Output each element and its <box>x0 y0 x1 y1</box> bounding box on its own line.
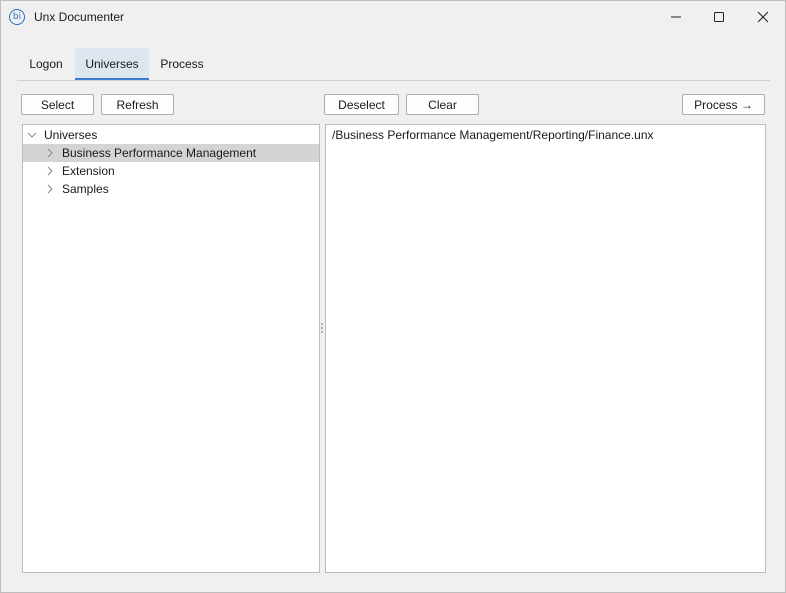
tree-item-label: Samples <box>62 182 109 196</box>
close-button[interactable] <box>741 1 785 33</box>
minimize-button[interactable] <box>654 1 698 33</box>
panel-splitter-handle[interactable] <box>321 321 324 337</box>
app-window: bi Unx Documenter Logon Universes Proces… <box>0 0 786 593</box>
tree-root-universes[interactable]: Universes <box>23 126 319 144</box>
close-icon <box>757 11 769 23</box>
maximize-button[interactable] <box>697 1 741 33</box>
tree-item-extension[interactable]: Extension <box>23 162 319 180</box>
title-bar: bi Unx Documenter <box>1 1 785 33</box>
tree-item-label: Business Performance Management <box>62 146 257 160</box>
tab-divider <box>17 80 770 81</box>
tab-process[interactable]: Process <box>149 48 215 80</box>
list-item[interactable]: /Business Performance Management/Reporti… <box>332 127 654 143</box>
chevron-right-icon[interactable] <box>45 148 55 158</box>
chevron-down-icon[interactable] <box>27 130 37 140</box>
minimize-icon <box>671 16 681 18</box>
tree-item-samples[interactable]: Samples <box>23 180 319 198</box>
tab-universes[interactable]: Universes <box>75 48 149 80</box>
app-logo-icon: bi <box>9 9 25 25</box>
tree-item-label: Extension <box>62 164 115 178</box>
window-title: Unx Documenter <box>34 10 125 24</box>
chevron-right-icon[interactable] <box>45 166 55 176</box>
tree-item-business-performance-management[interactable]: Business Performance Management <box>23 144 319 162</box>
chevron-right-icon[interactable] <box>45 184 55 194</box>
deselect-button[interactable]: Deselect <box>324 94 399 115</box>
tree-root-label: Universes <box>44 128 98 142</box>
select-button[interactable]: Select <box>21 94 94 115</box>
clear-button[interactable]: Clear <box>406 94 479 115</box>
maximize-icon <box>714 12 724 22</box>
selected-universes-list[interactable]: /Business Performance Management/Reporti… <box>325 124 766 573</box>
universe-tree[interactable]: Universes Business Performance Managemen… <box>22 124 320 573</box>
refresh-button[interactable]: Refresh <box>101 94 174 115</box>
tab-logon[interactable]: Logon <box>17 48 75 80</box>
process-button[interactable]: Process → <box>682 94 765 115</box>
